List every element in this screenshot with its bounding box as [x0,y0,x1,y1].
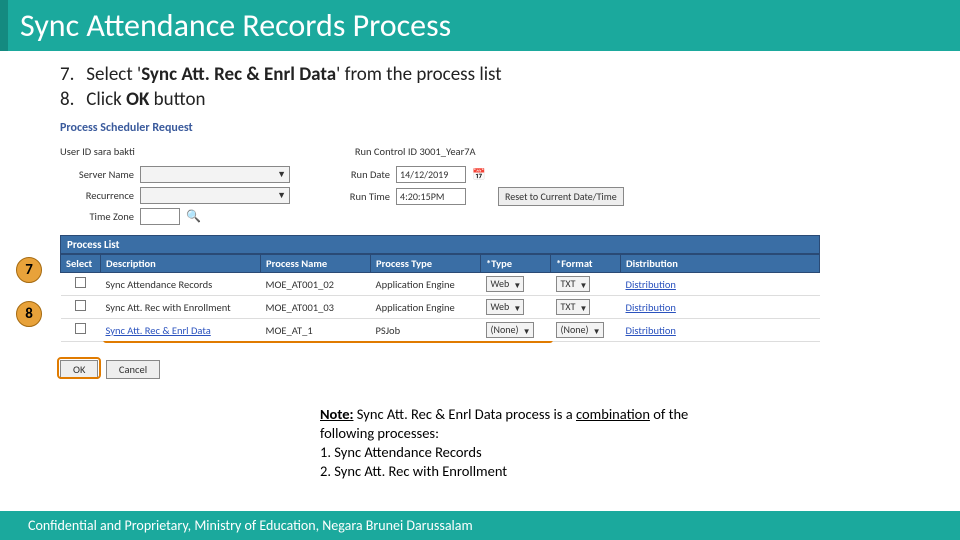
col-select: Select [61,255,101,273]
cancel-button[interactable]: Cancel [106,360,160,379]
distribution-link[interactable]: Distribution [626,301,676,314]
step-7: 7. Select 'Sync Att. Rec & Enrl Data' fr… [60,63,900,86]
row-desc: Sync Attendance Records [101,273,261,296]
run-time-label: Run Time [330,190,390,203]
row-checkbox[interactable] [75,300,86,311]
time-zone-input[interactable] [140,208,180,225]
footer: Confidential and Proprietary, Ministry o… [0,511,960,540]
note-block: Note: Sync Att. Rec & Enrl Data process … [320,405,690,480]
row-desc-link[interactable]: Sync Att. Rec & Enrl Data [106,324,211,337]
user-id-label: User ID [60,145,91,158]
ok-button[interactable]: OK [60,360,98,379]
row-ptype: PSJob [371,319,481,342]
server-name-select[interactable]: ▼ [140,166,290,183]
row-pname: MOE_AT001_03 [261,296,371,319]
run-control-value: 3001_Year7A [419,145,475,158]
col-distribution: Distribution [621,255,820,273]
format-select[interactable]: (None) [556,322,604,338]
run-date-label: Run Date [330,168,390,181]
time-zone-label: Time Zone [60,210,134,223]
type-select[interactable]: (None) [486,322,534,338]
run-time-input[interactable]: 4:20:15PM [396,188,466,205]
table-row-highlighted: Sync Att. Rec & Enrl Data MOE_AT_1 PSJob… [61,319,820,342]
format-select[interactable]: TXT [556,276,591,292]
table-row: Sync Att. Rec with Enrollment MOE_AT001_… [61,296,820,319]
row-desc: Sync Att. Rec with Enrollment [101,296,261,319]
row-ptype: Application Engine [371,296,481,319]
row-checkbox[interactable] [75,277,86,288]
server-name-label: Server Name [60,168,134,181]
table-row: Sync Attendance Records MOE_AT001_02 App… [61,273,820,296]
row-pname: MOE_AT001_02 [261,273,371,296]
page-title: Sync Attendance Records Process [0,0,960,51]
recurrence-label: Recurrence [60,189,134,202]
reset-button[interactable]: Reset to Current Date/Time [498,187,624,206]
lookup-icon[interactable]: 🔍 [186,209,201,224]
type-select[interactable]: Web [486,299,525,315]
col-process-type: Process Type [371,255,481,273]
user-id-value: sara bakti [94,145,135,158]
instruction-block: 7. Select 'Sync Att. Rec & Enrl Data' fr… [0,51,960,111]
process-list-header: Process List [60,235,820,254]
process-table: Select Description Process Name Process … [60,254,820,342]
col-process-name: Process Name [261,255,371,273]
format-select[interactable]: TXT [556,299,591,315]
col-type: *Type [481,255,551,273]
type-select[interactable]: Web [486,276,525,292]
run-date-input[interactable]: 14/12/2019 [396,166,466,183]
embedded-screenshot: Process Scheduler Request User ID sara b… [60,121,820,379]
run-control-label: Run Control ID [355,145,417,158]
col-description: Description [101,255,261,273]
col-format: *Format [551,255,621,273]
distribution-link[interactable]: Distribution [626,278,676,291]
row-pname: MOE_AT_1 [261,319,371,342]
callout-8: 8 [16,301,42,327]
calendar-icon[interactable]: 📅 [472,168,486,181]
row-ptype: Application Engine [371,273,481,296]
step-8: 8. Click OK button [60,88,900,111]
recurrence-select[interactable]: ▼ [140,187,290,204]
dialog-title: Process Scheduler Request [60,121,820,135]
distribution-link[interactable]: Distribution [626,324,676,337]
row-checkbox[interactable] [75,323,86,334]
callout-7: 7 [16,257,42,283]
